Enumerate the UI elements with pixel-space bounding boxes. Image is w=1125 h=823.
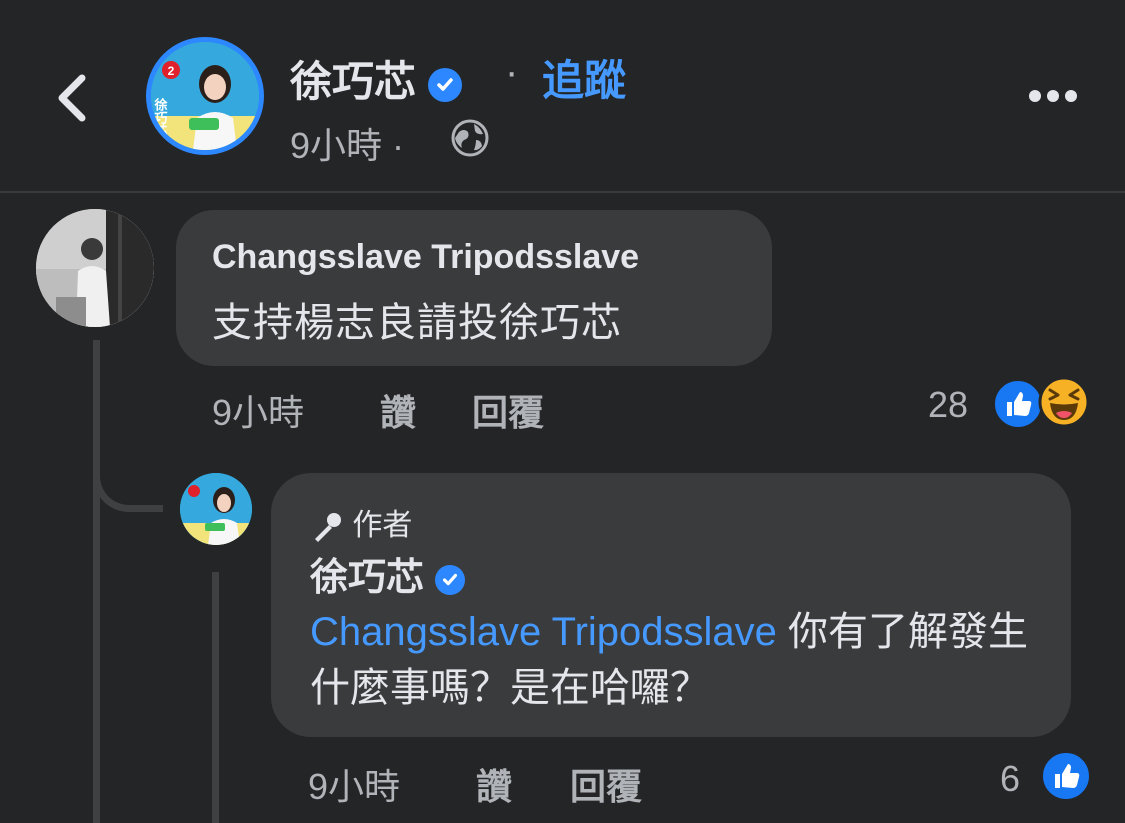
comment-reaction-count[interactable]: 28: [928, 384, 968, 426]
comment-like-button[interactable]: 讚: [380, 384, 416, 436]
poster-avatar[interactable]: 2 徐巧芯: [146, 37, 264, 155]
header-divider: [0, 191, 1125, 193]
avatar-number: 2: [168, 64, 175, 78]
haha-reaction-icon: [1038, 376, 1090, 428]
author-badge-label: 作者: [352, 509, 413, 542]
globe-icon: [450, 118, 490, 158]
post-time[interactable]: 9小時 ·: [290, 117, 404, 169]
commenter-avatar[interactable]: [36, 209, 154, 327]
comment-text: 支持楊志良請投徐巧芯: [212, 301, 622, 345]
poster-name[interactable]: 徐巧芯: [290, 48, 462, 109]
reply-like-button[interactable]: 讚: [476, 758, 512, 810]
back-button[interactable]: [48, 70, 98, 126]
reply-reply-button[interactable]: 回覆: [570, 758, 642, 810]
separator-dot: ·: [505, 50, 519, 94]
more-icon: [1029, 90, 1077, 102]
avatar-name: 徐巧芯: [152, 97, 169, 138]
reply-text: Changsslave Tripodsslave 你有了解發生什麼事嗎？是在哈囉…: [310, 604, 1040, 716]
like-reaction-icon: [1040, 750, 1092, 802]
commenter-avatar-image: [36, 209, 154, 327]
reply-author[interactable]: 徐巧芯: [310, 546, 465, 601]
follow-button[interactable]: 追蹤: [542, 47, 626, 108]
more-options-button[interactable]: [1026, 82, 1080, 110]
poster-avatar-image: 2 徐巧芯: [151, 42, 259, 150]
reply-reaction-count[interactable]: 6: [1000, 758, 1020, 800]
reply-time[interactable]: 9小時: [308, 758, 400, 810]
verified-badge-icon: [427, 67, 462, 102]
author-badge: 作者: [310, 500, 412, 544]
comment-reply-button[interactable]: 回覆: [472, 384, 544, 436]
comment-author[interactable]: Changsslave Tripodsslave: [212, 238, 639, 277]
verified-badge-icon: [434, 564, 465, 595]
thread-connector: [93, 440, 163, 512]
comment-time[interactable]: 9小時: [212, 384, 304, 436]
thread-line: [93, 340, 100, 823]
reply-author-avatar[interactable]: [180, 473, 252, 545]
microphone-icon: [310, 510, 344, 544]
reply-avatar-image: [180, 473, 252, 545]
reply-mention-link[interactable]: Changsslave Tripodsslave: [310, 610, 777, 654]
reply-thread-line: [212, 572, 219, 823]
like-reaction-icon: [992, 378, 1044, 430]
chevron-left-icon: [58, 74, 86, 122]
